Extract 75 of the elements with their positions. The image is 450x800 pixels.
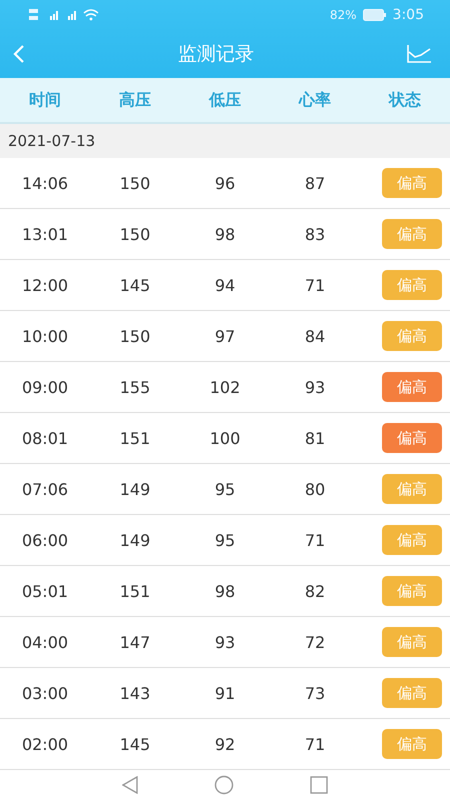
status-tag: 偏高	[382, 627, 442, 657]
heart-rate-cell-text: 71	[304, 276, 326, 294]
diastolic-cell-text: 94	[214, 276, 236, 294]
systolic-cell-text: 150	[118, 174, 152, 192]
column-header: 心率	[298, 90, 332, 110]
status-tag: 偏高	[382, 423, 442, 453]
diastolic-cell-text: 95	[214, 530, 236, 550]
clock: 3:05	[392, 7, 424, 23]
diastolic-cell-text: 96	[214, 174, 236, 192]
heart-rate-cell-text: 81	[304, 428, 326, 448]
time-cell-text: 08:01	[20, 428, 70, 448]
column-header: 状态	[387, 90, 422, 110]
time-cell-text: 05:01	[20, 582, 70, 600]
status-tag: 偏高	[382, 270, 442, 300]
page-title: 监测记录	[178, 42, 254, 67]
home-nav-icon[interactable]	[214, 775, 234, 795]
date-label: 2021-07-13	[8, 132, 96, 150]
diastolic-cell-text: 102	[208, 378, 242, 396]
battery-icon	[362, 9, 387, 21]
systolic-cell-text: 145	[118, 276, 152, 294]
status-tag: 偏高	[382, 678, 442, 708]
heart-rate-cell-text: 72	[304, 632, 326, 652]
diastolic-cell-text: 100	[208, 428, 242, 448]
line-chart-icon[interactable]	[406, 44, 432, 64]
diastolic-cell-text: 97	[214, 326, 236, 346]
diastolic-cell-text: 98	[214, 224, 236, 244]
heart-rate-cell-text: 80	[304, 480, 326, 498]
diastolic-cell-text: 93	[214, 632, 236, 652]
time-cell-text: 10:00	[20, 326, 70, 346]
status-tag: 偏高	[382, 474, 442, 504]
systolic-cell-text: 150	[118, 326, 152, 346]
time-cell-text: 03:00	[20, 684, 70, 702]
systolic-cell-text: 147	[118, 632, 152, 652]
systolic-cell-text: 143	[118, 684, 152, 702]
heart-rate-cell-text: 71	[304, 734, 326, 754]
column-header: 低压	[208, 90, 242, 110]
status-tag: 偏高	[382, 219, 442, 249]
diastolic-cell-text: 92	[214, 734, 236, 754]
status-tag: 偏高	[382, 729, 442, 759]
time-cell-text: 14:06	[20, 174, 70, 192]
heart-rate-cell-text: 82	[304, 582, 326, 600]
status-tag: 偏高	[382, 372, 442, 402]
heart-rate-cell-text: 73	[304, 684, 326, 702]
systolic-cell-text: 151	[118, 428, 152, 448]
diastolic-cell-text: 95	[214, 480, 236, 498]
time-cell-text: 12:00	[20, 276, 70, 294]
status-tag: 偏高	[382, 168, 442, 198]
time-cell-text: 07:06	[20, 480, 70, 498]
time-cell-text: 09:00	[20, 378, 70, 396]
systolic-cell-text: 151	[118, 582, 152, 600]
systolic-cell-text: 150	[118, 224, 152, 244]
time-cell-text: 06:00	[20, 530, 70, 550]
time-cell-text: 02:00	[20, 734, 70, 754]
back-nav-icon[interactable]	[122, 776, 138, 794]
heart-rate-cell-text: 83	[304, 224, 326, 244]
recents-nav-icon[interactable]	[310, 776, 328, 794]
status-tag: 偏高	[382, 321, 442, 351]
systolic-cell-text: 149	[118, 530, 152, 550]
battery-percent: 82%	[330, 8, 357, 22]
time-cell-text: 13:01	[20, 224, 70, 244]
diastolic-cell-text: 98	[214, 582, 236, 600]
status-tag: 偏高	[382, 525, 442, 555]
back-icon[interactable]	[12, 43, 26, 65]
status-tag: 偏高	[382, 576, 442, 606]
column-header: 时间	[28, 90, 62, 110]
systolic-cell-text: 155	[118, 378, 152, 396]
systolic-cell-text: 145	[118, 734, 152, 754]
heart-rate-cell-text: 93	[304, 378, 326, 396]
systolic-cell-text: 149	[118, 480, 152, 498]
diastolic-cell-text: 91	[214, 684, 236, 702]
time-cell-text: 04:00	[20, 632, 70, 652]
heart-rate-cell-text: 87	[304, 174, 326, 192]
heart-rate-cell-text: 71	[304, 530, 326, 550]
heart-rate-cell-text: 84	[304, 326, 326, 346]
column-header: 高压	[118, 90, 152, 110]
